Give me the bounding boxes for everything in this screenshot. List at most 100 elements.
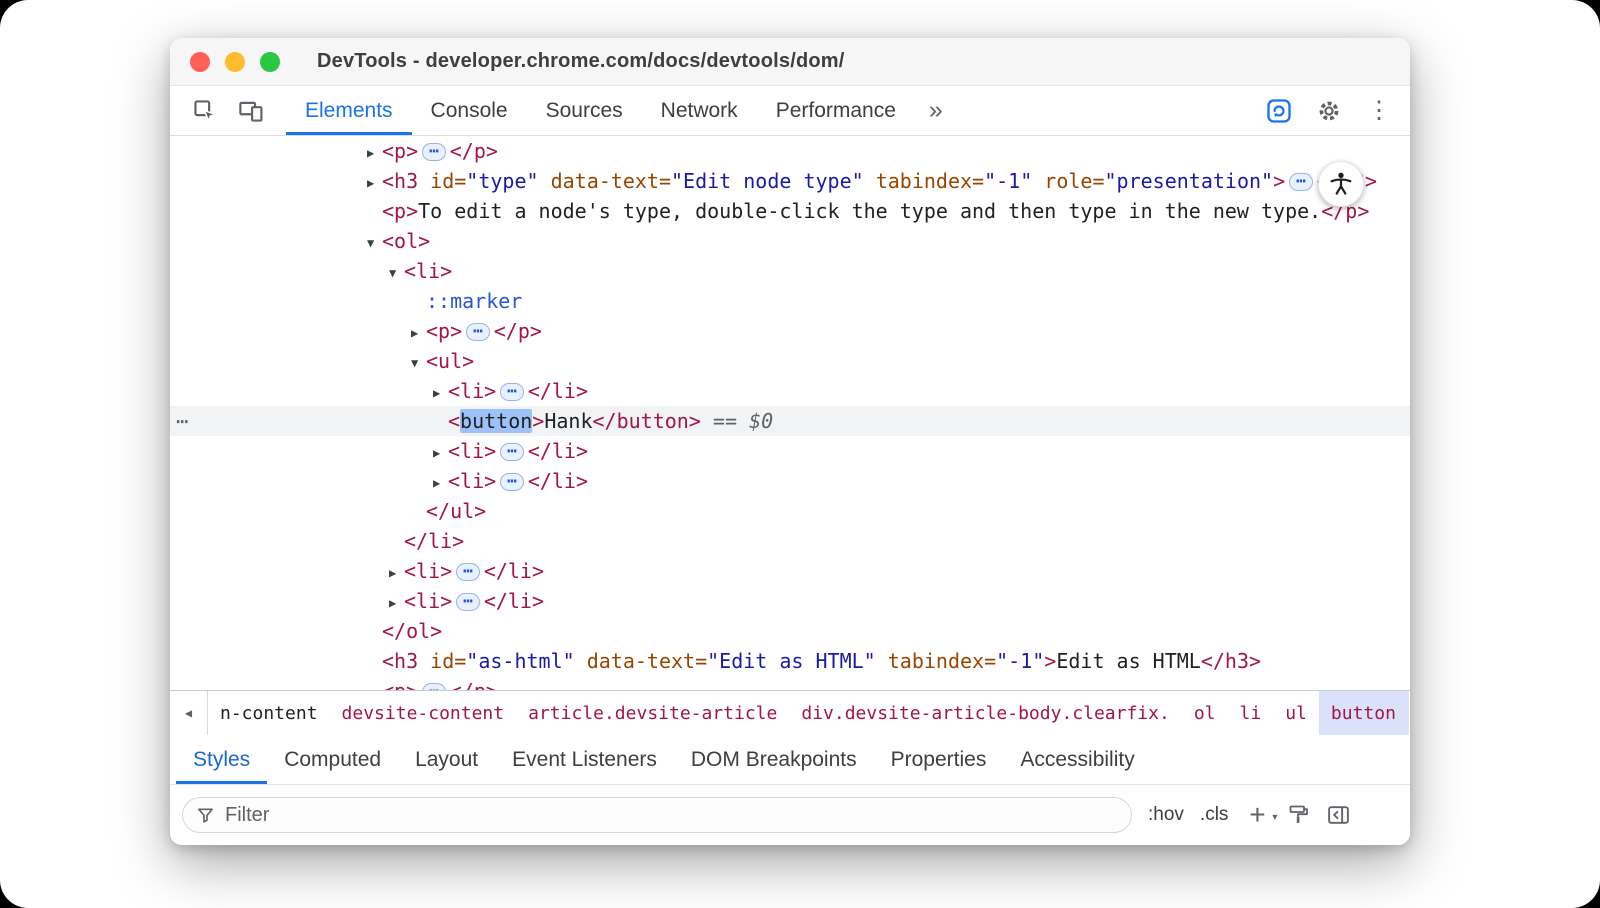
code-token-pseudo: ::marker [426,289,522,313]
code-token-tag: <ol> [382,229,430,253]
dom-tree-row[interactable]: ▶<li>⋯</li> [170,466,1410,496]
minimize-window-button[interactable] [225,52,245,72]
tab-computed[interactable]: Computed [267,735,398,784]
tab-accessibility[interactable]: Accessibility [1003,735,1151,784]
dom-tree-row[interactable]: </ul> [170,496,1410,526]
accessibility-icon[interactable] [1318,161,1364,207]
collapsed-arrow-icon[interactable]: ▶ [389,558,404,588]
breadcrumb-item[interactable]: devsite-content [330,691,517,735]
tab-event-listeners[interactable]: Event Listeners [495,735,674,784]
maximize-window-button[interactable] [260,52,280,72]
toggle-device-toolbar-icon[interactable] [228,86,274,135]
tab-elements[interactable]: Elements [286,86,412,135]
collapsed-arrow-icon[interactable]: ▶ [367,168,382,198]
dom-tree-row[interactable]: ▶<li>⋯</li> [170,436,1410,466]
dom-tree-row[interactable]: ▼<ul> [170,346,1410,376]
breadcrumb-item[interactable]: li [1228,691,1274,735]
paint-roller-icon[interactable] [1286,803,1310,827]
dom-tree-row[interactable]: ▶<p>⋯</p> [170,316,1410,346]
ellipsis-expand-icon[interactable]: ⋯ [500,443,524,461]
code-token-tag: </p> [450,139,498,163]
expanded-arrow-icon[interactable]: ▼ [411,348,426,378]
collapsed-arrow-icon[interactable]: ▶ [433,378,448,408]
element-classes-button[interactable]: .cls [1200,804,1229,826]
dom-tree-row[interactable]: ▶<p>⋯</p> [170,136,1410,166]
code-token-attr: data-text= [575,649,707,673]
dom-tree-row[interactable]: </ol> [170,616,1410,646]
code-token-tag: </ol> [382,619,442,643]
dom-tree-row[interactable]: <p>To edit a node's type, double-click t… [170,196,1410,226]
collapsed-arrow-icon[interactable]: ▶ [367,138,382,168]
tab-dom-breakpoints[interactable]: DOM Breakpoints [674,735,874,784]
close-window-button[interactable] [190,52,210,72]
settings-gear-icon[interactable] [1308,90,1350,132]
ellipsis-expand-icon[interactable]: ⋯ [500,383,524,401]
ellipsis-expand-icon[interactable]: ⋯ [466,323,490,341]
breadcrumb-item[interactable]: n-content [208,691,330,735]
code-token-attr: id= [418,169,466,193]
dom-tree-row-selected[interactable]: ⋯<button>Hank</button> == $0 [170,406,1410,436]
code-token-eq: == [701,409,749,433]
collapsed-arrow-icon[interactable]: ▶ [389,588,404,618]
breadcrumb-item-selected[interactable]: button [1319,691,1408,735]
dom-tree-row[interactable]: ▼<li> [170,256,1410,286]
tab-network[interactable]: Network [642,86,757,135]
dom-tree-row[interactable]: ▶<li>⋯</li> [170,376,1410,406]
dom-tree-row[interactable]: ▶<p>⋯</p> [170,676,1410,690]
code-token-tag: < [448,409,460,433]
ellipsis-expand-icon[interactable]: ⋯ [456,593,480,611]
code-token-tag: </li> [484,589,544,613]
ellipsis-expand-icon[interactable]: ⋯ [500,473,524,491]
ellipsis-expand-icon[interactable]: ⋯ [422,143,446,161]
row-overflow-icon[interactable]: ⋯ [176,406,188,436]
dom-tree-row[interactable]: <h3 id="as-html" data-text="Edit as HTML… [170,646,1410,676]
ellipsis-expand-icon[interactable]: ⋯ [1289,173,1313,191]
tab-styles[interactable]: Styles [176,735,267,784]
collapsed-arrow-icon[interactable]: ▶ [411,318,426,348]
breadcrumb-item[interactable]: ul [1273,691,1319,735]
tab-layout[interactable]: Layout [398,735,495,784]
code-token-tag: </li> [484,559,544,583]
code-token-tag: <p> [426,319,462,343]
breadcrumb-scroll-left-icon[interactable]: ◀ [170,691,208,735]
dom-tree-row[interactable]: </li> [170,526,1410,556]
collapsed-arrow-icon[interactable]: ▶ [433,438,448,468]
breadcrumb-scroll-right-icon[interactable]: ▶ [1408,691,1410,735]
code-token-tag: <h3 [382,169,418,193]
ellipsis-expand-icon[interactable]: ⋯ [456,563,480,581]
collapsed-arrow-icon[interactable]: ▶ [367,678,382,690]
code-token-tag: <li> [404,559,452,583]
ellipsis-expand-icon[interactable]: ⋯ [422,683,446,690]
style-filter-field[interactable] [182,797,1132,833]
breadcrumb-item[interactable]: article.devsite-article [516,691,789,735]
breadcrumb-item[interactable]: div.devsite-article-body.clearfix. [789,691,1181,735]
tab-sources[interactable]: Sources [527,86,642,135]
tab-properties[interactable]: Properties [874,735,1004,784]
expanded-arrow-icon[interactable]: ▼ [389,258,404,288]
dom-tree-row[interactable]: ▶<h3 id="type" data-text="Edit node type… [170,166,1410,196]
code-token-tag: <h3 [382,649,418,673]
dock-sidebar-icon[interactable] [1326,803,1351,828]
expanded-arrow-icon[interactable]: ▼ [367,228,382,258]
code-token-attr: data-text= [539,169,671,193]
tab-console[interactable]: Console [412,86,527,135]
dom-tree-row[interactable]: ▼<ol> [170,226,1410,256]
tab-performance[interactable]: Performance [757,86,915,135]
new-style-rule-button[interactable]: +▾ [1244,804,1270,826]
toggle-element-state-button[interactable]: :hov [1148,804,1184,826]
code-token-attr: tabindex= [876,649,996,673]
dom-tree-row[interactable]: ▶<li>⋯</li> [170,556,1410,586]
inspect-element-icon[interactable] [182,86,228,135]
code-token-attr: id= [418,649,466,673]
desktop-background: DevTools - developer.chrome.com/docs/dev… [0,0,1600,908]
dom-tree-row[interactable]: ▶<li>⋯</li> [170,586,1410,616]
code-token-attr: role= [1032,169,1104,193]
filter-input[interactable] [225,804,1118,827]
more-tabs-icon[interactable]: » [915,86,957,135]
breadcrumb-item[interactable]: ol [1182,691,1228,735]
titlebar: DevTools - developer.chrome.com/docs/dev… [170,38,1410,86]
kebab-menu-icon[interactable]: ⋮ [1358,90,1400,132]
sync-icon[interactable] [1258,90,1300,132]
dom-tree-row[interactable]: ::marker [170,286,1410,316]
collapsed-arrow-icon[interactable]: ▶ [433,468,448,498]
